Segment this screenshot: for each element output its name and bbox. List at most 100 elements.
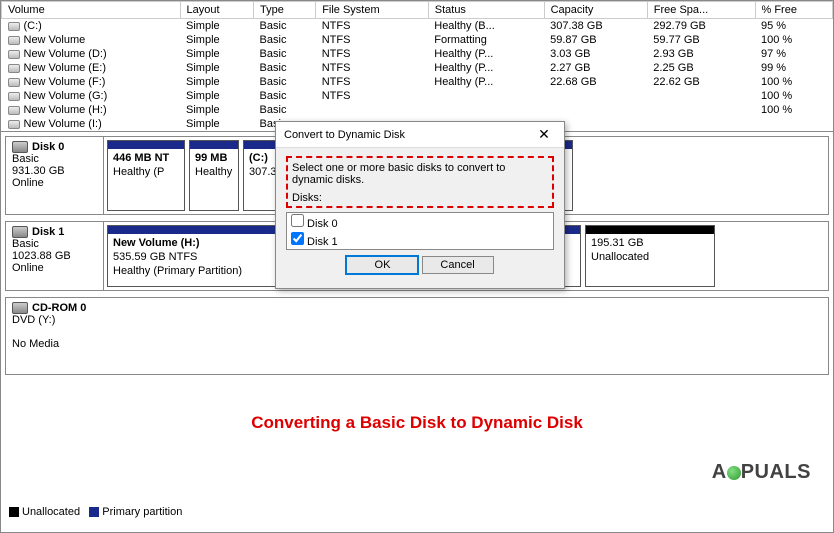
- cdrom-row[interactable]: CD-ROM 0 DVD (Y:) No Media: [5, 297, 829, 375]
- table-cell: Basic: [254, 89, 316, 103]
- col-header[interactable]: File System: [316, 2, 429, 19]
- partition[interactable]: 195.31 GBUnallocated: [585, 225, 715, 287]
- volume-icon: [8, 120, 20, 129]
- convert-dialog: Convert to Dynamic Disk ✕ Select one or …: [275, 121, 565, 289]
- watermark-brand: APUALS: [712, 461, 811, 484]
- dialog-title: Convert to Dynamic Disk: [284, 129, 405, 141]
- table-cell: Simple: [180, 103, 254, 117]
- table-cell: [544, 103, 647, 117]
- partition-line: Healthy (P: [113, 166, 179, 180]
- dialog-titlebar[interactable]: Convert to Dynamic Disk ✕: [276, 122, 564, 148]
- cdrom-title: CD-ROM 0: [32, 302, 86, 314]
- volume-icon: [8, 22, 20, 31]
- volume-icon: [8, 92, 20, 101]
- table-cell: New Volume: [2, 33, 181, 47]
- col-header[interactable]: Layout: [180, 2, 254, 19]
- disk-0-type: Basic: [12, 153, 39, 165]
- volume-table[interactable]: VolumeLayoutTypeFile SystemStatusCapacit…: [1, 1, 833, 131]
- disk-0-info: Disk 0 Basic 931.30 GB Online: [6, 137, 104, 214]
- brand-post: PUALS: [741, 461, 811, 483]
- partition[interactable]: 99 MBHealthy: [189, 140, 239, 211]
- partition-band: [586, 226, 714, 234]
- table-cell: New Volume (F:): [2, 75, 181, 89]
- legend-unalloc-swatch: [9, 507, 19, 517]
- dialog-disk-item[interactable]: Disk 0: [287, 213, 553, 231]
- legend-unalloc-label: Unallocated: [22, 506, 80, 518]
- disk-icon: [12, 141, 28, 153]
- table-cell: Healthy (B...: [428, 19, 544, 34]
- disk-1-type: Basic: [12, 238, 39, 250]
- table-cell: Simple: [180, 47, 254, 61]
- disk-1-title: Disk 1: [32, 226, 64, 238]
- col-header[interactable]: Capacity: [544, 2, 647, 19]
- table-cell: NTFS: [316, 33, 429, 47]
- table-cell: New Volume (H:): [2, 103, 181, 117]
- table-cell: [428, 89, 544, 103]
- partition[interactable]: 446 MB NTHealthy (P: [107, 140, 185, 211]
- table-cell: New Volume (E:): [2, 61, 181, 75]
- partition-line: Unallocated: [591, 251, 709, 265]
- table-row[interactable]: New Volume (E:)SimpleBasicNTFSHealthy (P…: [2, 61, 833, 75]
- cancel-button[interactable]: Cancel: [422, 256, 494, 274]
- table-cell: 22.62 GB: [647, 75, 755, 89]
- dialog-disk-item[interactable]: Disk 1: [287, 231, 553, 249]
- table-cell: New Volume (I:): [2, 117, 181, 131]
- volume-icon: [8, 50, 20, 59]
- dialog-buttons: OK Cancel: [286, 250, 554, 276]
- table-cell: New Volume (G:): [2, 89, 181, 103]
- table-cell: Healthy (P...: [428, 61, 544, 75]
- table-cell: NTFS: [316, 89, 429, 103]
- table-cell: 292.79 GB: [647, 19, 755, 34]
- table-cell: NTFS: [316, 19, 429, 34]
- cdrom-info: CD-ROM 0 DVD (Y:) No Media: [6, 298, 828, 374]
- disk-item-label: Disk 0: [304, 218, 338, 230]
- table-cell: Simple: [180, 89, 254, 103]
- partition-band: [190, 141, 238, 149]
- partition-body: 99 MBHealthy: [190, 149, 238, 183]
- table-cell: 100 %: [755, 75, 833, 89]
- table-cell: [647, 117, 755, 131]
- partition-line: 99 MB: [195, 152, 233, 166]
- col-header[interactable]: Status: [428, 2, 544, 19]
- dialog-disk-list[interactable]: Disk 0 Disk 1: [286, 212, 554, 250]
- table-cell: NTFS: [316, 61, 429, 75]
- table-row[interactable]: New Volume (H:)SimpleBasic100 %: [2, 103, 833, 117]
- table-cell: [316, 103, 429, 117]
- legend-primary-label: Primary partition: [102, 506, 182, 518]
- table-cell: Healthy (P...: [428, 75, 544, 89]
- col-header[interactable]: Volume: [2, 2, 181, 19]
- table-cell: 2.27 GB: [544, 61, 647, 75]
- close-icon[interactable]: ✕: [532, 126, 556, 143]
- volume-icon: [8, 78, 20, 87]
- disk-0-size: 931.30 GB: [12, 165, 65, 177]
- col-header[interactable]: Free Spa...: [647, 2, 755, 19]
- table-cell: Healthy (P...: [428, 47, 544, 61]
- table-cell: Basic: [254, 75, 316, 89]
- table-row[interactable]: New Volume (G:)SimpleBasicNTFS 100 %: [2, 89, 833, 103]
- table-cell: 307.38 GB: [544, 19, 647, 34]
- table-cell: 59.87 GB: [544, 33, 647, 47]
- table-row[interactable]: (C:)SimpleBasicNTFSHealthy (B...307.38 G…: [2, 19, 833, 34]
- volume-icon: [8, 64, 20, 73]
- disk-checkbox[interactable]: [291, 232, 304, 245]
- disk-0-title: Disk 0: [32, 141, 64, 153]
- table-cell: 99 %: [755, 61, 833, 75]
- table-row[interactable]: New Volume (F:)SimpleBasicNTFSHealthy (P…: [2, 75, 833, 89]
- table-row[interactable]: New VolumeSimpleBasicNTFSFormatting59.87…: [2, 33, 833, 47]
- table-cell: Simple: [180, 117, 254, 131]
- volume-icon: [8, 106, 20, 115]
- ok-button[interactable]: OK: [346, 256, 418, 274]
- cdrom-media: No Media: [12, 338, 59, 350]
- legend: Unallocated Primary partition: [9, 506, 182, 518]
- table-cell: Simple: [180, 75, 254, 89]
- col-header[interactable]: % Free: [755, 2, 833, 19]
- disk-checkbox[interactable]: [291, 214, 304, 227]
- volume-list: VolumeLayoutTypeFile SystemStatusCapacit…: [1, 1, 833, 132]
- partition-line: Healthy: [195, 166, 233, 180]
- table-cell: Basic: [254, 61, 316, 75]
- col-header[interactable]: Type: [254, 2, 316, 19]
- table-cell: 2.25 GB: [647, 61, 755, 75]
- volume-icon: [8, 36, 20, 45]
- table-cell: 100 %: [755, 89, 833, 103]
- table-row[interactable]: New Volume (D:)SimpleBasicNTFSHealthy (P…: [2, 47, 833, 61]
